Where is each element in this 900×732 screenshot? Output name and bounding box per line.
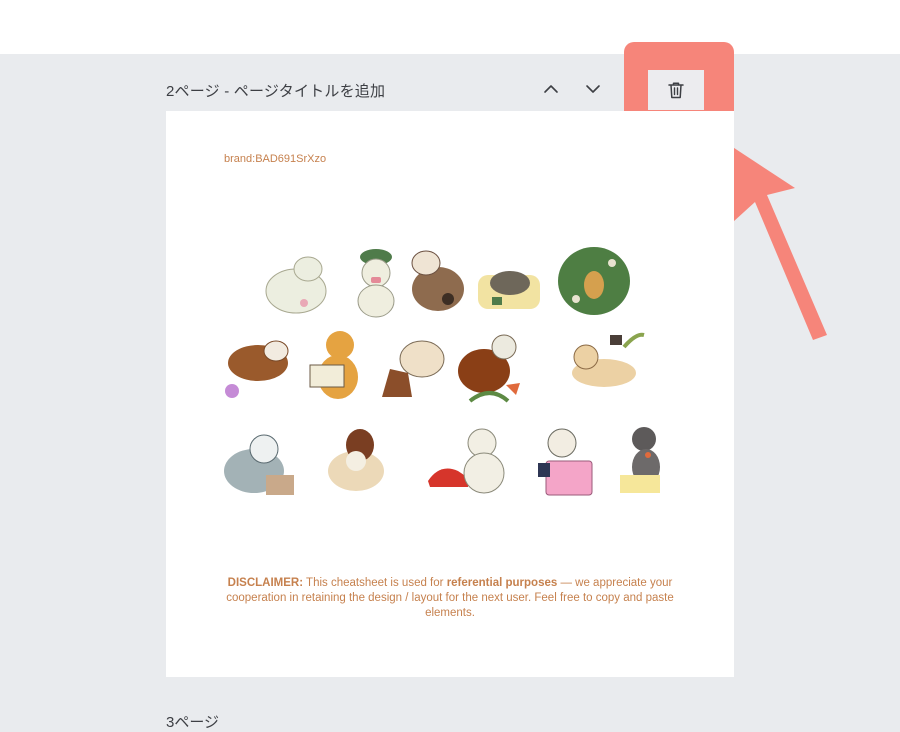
chevron-up-icon — [544, 85, 558, 93]
dog-illustration[interactable] — [372, 325, 452, 405]
dog-illustration[interactable] — [294, 325, 374, 405]
disclaimer-text: DISCLAIMER: This cheatsheet is used for … — [226, 576, 674, 621]
dog-illustration[interactable] — [316, 421, 396, 501]
disclaimer-body-1: This cheatsheet is used for — [303, 577, 447, 589]
dog-illustration[interactable] — [554, 241, 634, 321]
page-title[interactable]: 2ページ - ページタイトルを追加 — [166, 80, 385, 101]
dog-illustration[interactable] — [450, 325, 530, 405]
dog-illustration[interactable] — [614, 421, 694, 501]
brand-tag: brand:BAD691SrXzo — [224, 153, 327, 165]
dog-illustration[interactable] — [522, 421, 602, 501]
dog-illustration[interactable] — [446, 421, 526, 501]
disclaimer-emphasis: referential purposes — [446, 577, 558, 589]
dog-illustration[interactable] — [566, 325, 646, 405]
move-page-up-button[interactable] — [537, 75, 565, 103]
design-page-canvas[interactable]: brand:BAD691SrXzo DISCLAIMER: This cheat… — [166, 111, 734, 677]
dog-illustration[interactable] — [470, 241, 550, 321]
chevron-down-icon — [586, 85, 600, 93]
disclaimer-label: DISCLAIMER: — [227, 577, 304, 589]
dog-illustration-grid — [218, 241, 688, 521]
dog-illustration[interactable] — [398, 241, 478, 321]
trash-icon — [668, 82, 684, 99]
dog-illustration[interactable] — [258, 241, 338, 321]
move-page-down-button[interactable] — [579, 75, 607, 103]
delete-page-button[interactable] — [648, 70, 704, 110]
dog-illustration[interactable] — [218, 325, 298, 405]
top-bar — [0, 0, 900, 54]
dog-illustration[interactable] — [218, 421, 298, 501]
